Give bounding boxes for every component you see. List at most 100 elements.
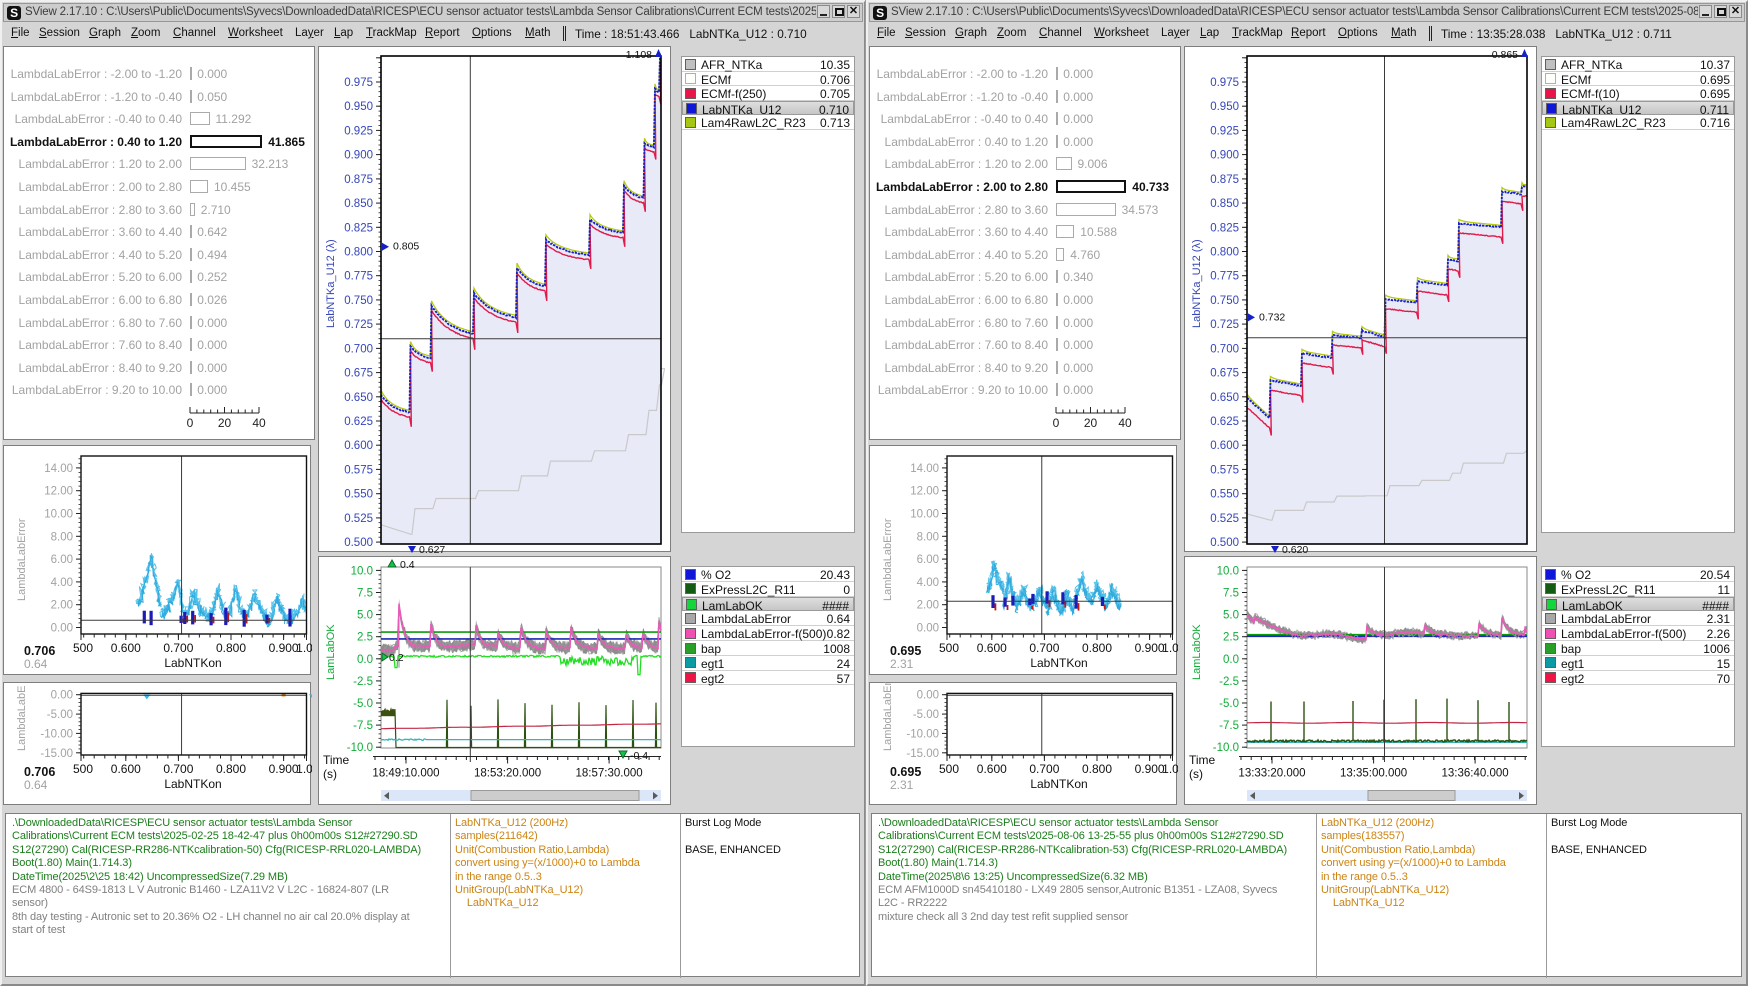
svg-text:LabNTKon: LabNTKon [1030,656,1087,670]
svg-text:0.875: 0.875 [1210,174,1239,186]
svg-text:-15.00: -15.00 [906,748,939,760]
svg-text:1.0: 1.0 [1162,641,1178,655]
svg-text:0.800: 0.800 [1082,641,1112,655]
svg-text:0.950: 0.950 [344,101,373,113]
svg-text:500: 500 [939,762,959,776]
svg-text:0.695: 0.695 [890,644,921,658]
svg-text:0.732: 0.732 [1259,311,1285,323]
svg-text:0: 0 [187,416,194,430]
svg-text:0: 0 [1053,416,1060,430]
svg-text:0.800: 0.800 [344,247,373,259]
svg-text:1.108: 1.108 [626,49,652,61]
svg-text:0.800: 0.800 [216,641,246,655]
svg-text:0.900: 0.900 [344,150,373,162]
svg-text:Time: Time [323,753,350,767]
svg-text:7.5: 7.5 [1223,588,1239,600]
svg-text:5.0: 5.0 [357,610,373,622]
svg-text:13:36:40.000: 13:36:40.000 [1442,768,1509,780]
svg-text:0.706: 0.706 [24,765,55,779]
svg-text:0.625: 0.625 [344,416,373,428]
svg-text:10.00: 10.00 [910,509,939,521]
svg-text:(s): (s) [1189,767,1203,781]
svg-text:18:53:20.000: 18:53:20.000 [474,768,541,780]
svg-text:10.0: 10.0 [1217,565,1239,577]
svg-text:0.805: 0.805 [393,241,419,253]
svg-text:0.850: 0.850 [1210,198,1239,210]
svg-text:LabNTKon: LabNTKon [1030,777,1087,791]
svg-text:-10.00: -10.00 [40,728,73,740]
svg-text:0.00: 0.00 [917,623,939,635]
svg-text:8.00: 8.00 [51,531,73,543]
svg-text:0.600: 0.600 [977,762,1007,776]
svg-text:2.5: 2.5 [1223,632,1239,644]
svg-text:12.00: 12.00 [910,486,939,498]
svg-text:0.627: 0.627 [419,544,445,553]
svg-text:0.865: 0.865 [1492,49,1518,61]
svg-text:0.575: 0.575 [1210,464,1239,476]
svg-text:0.525: 0.525 [1210,513,1239,525]
svg-text:0.625: 0.625 [1210,416,1239,428]
svg-text:0.650: 0.650 [344,392,373,404]
svg-text:0.950: 0.950 [1210,101,1239,113]
svg-text:0.2: 0.2 [389,652,404,664]
svg-text:0.900: 0.900 [269,641,299,655]
svg-text:0.4: 0.4 [400,559,415,571]
svg-text:0.800: 0.800 [1082,762,1112,776]
svg-text:0.0: 0.0 [1223,654,1239,666]
svg-text:0.500: 0.500 [344,537,373,549]
svg-text:-5.00: -5.00 [913,709,939,721]
svg-text:8.00: 8.00 [917,531,939,543]
svg-text:0.00: 0.00 [51,690,73,702]
svg-text:0.675: 0.675 [1210,368,1239,380]
svg-text:-7.5: -7.5 [353,720,373,732]
svg-text:0.600: 0.600 [111,641,141,655]
svg-text:0.0: 0.0 [357,654,373,666]
svg-text:-0.4: -0.4 [630,750,648,762]
svg-text:0.600: 0.600 [1210,440,1239,452]
svg-text:13:33:20.000: 13:33:20.000 [1238,768,1305,780]
svg-text:0.700: 0.700 [163,762,193,776]
svg-text:18:49:10.000: 18:49:10.000 [372,768,439,780]
svg-text:0.700: 0.700 [1029,762,1059,776]
svg-text:2.00: 2.00 [51,600,73,612]
svg-text:0.706: 0.706 [24,644,55,658]
svg-text:2.31: 2.31 [890,778,914,792]
svg-text:0.600: 0.600 [977,641,1007,655]
svg-text:0.850: 0.850 [344,198,373,210]
svg-text:4.00: 4.00 [51,577,73,589]
svg-text:-10.0: -10.0 [347,742,373,754]
svg-text:0.00: 0.00 [51,623,73,635]
svg-text:500: 500 [73,762,93,776]
svg-text:LabNTKon: LabNTKon [164,777,221,791]
svg-text:0.725: 0.725 [1210,319,1239,331]
svg-text:0.775: 0.775 [344,271,373,283]
svg-text:0.700: 0.700 [344,343,373,355]
svg-text:0.775: 0.775 [1210,271,1239,283]
svg-text:500: 500 [73,641,93,655]
svg-text:4.00: 4.00 [917,577,939,589]
svg-text:6.00: 6.00 [51,554,73,566]
svg-text:14.00: 14.00 [910,463,939,475]
svg-text:7.5: 7.5 [357,588,373,600]
svg-text:2.5: 2.5 [357,632,373,644]
svg-text:0.695: 0.695 [890,765,921,779]
svg-text:1.0: 1.0 [296,762,312,776]
svg-text:40: 40 [252,416,266,430]
svg-text:0.900: 0.900 [269,762,299,776]
svg-text:0.675: 0.675 [344,368,373,380]
svg-text:0.575: 0.575 [344,464,373,476]
svg-text:-10.0: -10.0 [1213,742,1239,754]
svg-text:0.800: 0.800 [216,762,246,776]
svg-text:-5.00: -5.00 [47,709,73,721]
svg-text:0.650: 0.650 [1210,392,1239,404]
svg-text:13:35:00.000: 13:35:00.000 [1340,768,1407,780]
svg-text:0.500: 0.500 [1210,537,1239,549]
svg-text:0.620: 0.620 [1282,544,1308,553]
svg-text:14.00: 14.00 [44,463,73,475]
svg-text:2.00: 2.00 [917,600,939,612]
svg-text:Time: Time [1189,753,1216,767]
svg-text:0.875: 0.875 [344,174,373,186]
svg-text:0.64: 0.64 [24,778,48,792]
svg-text:LabNTKon: LabNTKon [164,656,221,670]
svg-text:2.31: 2.31 [890,657,914,671]
